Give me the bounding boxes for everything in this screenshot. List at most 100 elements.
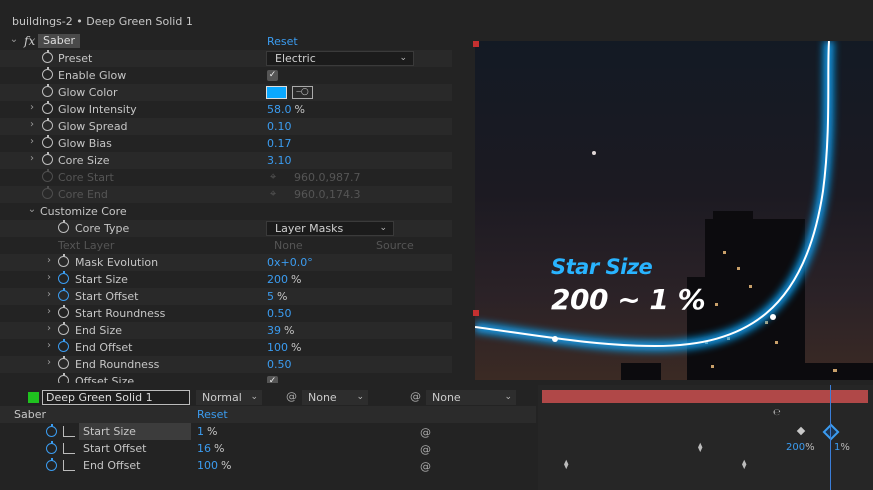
- easy-ease-keyframe[interactable]: ⧫: [564, 461, 573, 470]
- timeline-prop-row[interactable]: Start Size 1% @: [0, 423, 536, 440]
- preset-dropdown[interactable]: Electric ⌄: [266, 51, 414, 66]
- glow-intensity-value[interactable]: 58.0%: [267, 103, 305, 116]
- stopwatch-icon[interactable]: [58, 254, 69, 267]
- chevron-right-icon[interactable]: ›: [44, 357, 54, 368]
- chevron-right-icon[interactable]: ›: [44, 255, 54, 266]
- layer-handle[interactable]: [473, 310, 479, 316]
- stopwatch-icon[interactable]: [42, 50, 53, 63]
- prop-core-type: Core Type Layer Masks ⌄: [0, 220, 452, 237]
- layer-name-field[interactable]: Deep Green Solid 1: [42, 390, 190, 405]
- reset-button[interactable]: Reset: [197, 408, 228, 421]
- panel-header: buildings-2 • Deep Green Solid 1: [0, 0, 873, 33]
- timeline-prop-row[interactable]: End Offset 100% @: [0, 457, 536, 474]
- pick-whip-icon[interactable]: @: [420, 443, 431, 456]
- stopwatch-icon[interactable]: [58, 305, 69, 318]
- prop-value[interactable]: 100%: [197, 459, 231, 472]
- layer-handle[interactable]: [473, 41, 479, 47]
- easy-ease-keyframe[interactable]: ⧫: [742, 461, 751, 470]
- keyframe[interactable]: [796, 426, 806, 436]
- mask-evolution-value[interactable]: 0x+0.0°: [267, 256, 313, 269]
- prop-label: End Size: [75, 324, 122, 337]
- stopwatch-icon[interactable]: [46, 458, 57, 471]
- chevron-right-icon[interactable]: ›: [44, 289, 54, 300]
- stopwatch-icon[interactable]: [58, 288, 69, 301]
- end-roundness-value[interactable]: 0.50: [267, 358, 292, 371]
- eyedropper-icon[interactable]: ⎯○: [292, 86, 313, 99]
- stopwatch-icon[interactable]: [42, 84, 53, 97]
- start-roundness-value[interactable]: 0.50: [267, 307, 292, 320]
- stopwatch-icon[interactable]: [42, 135, 53, 148]
- graph-icon[interactable]: [63, 443, 75, 454]
- fx-icon[interactable]: fx: [24, 34, 35, 48]
- chevron-down-icon[interactable]: ⌄: [9, 34, 19, 45]
- effect-row[interactable]: Saber Reset: [0, 406, 536, 423]
- chevron-right-icon[interactable]: ›: [44, 340, 54, 351]
- graph-icon[interactable]: [63, 426, 75, 437]
- prop-value[interactable]: 1%: [197, 425, 217, 438]
- chevron-right-icon[interactable]: ›: [44, 323, 54, 334]
- parent-dropdown[interactable]: None ⌄: [426, 390, 516, 405]
- prop-text-layer: Text Layer None Source: [0, 237, 452, 254]
- offset-size-checkbox[interactable]: ✓: [267, 376, 278, 383]
- layer-row[interactable]: Deep Green Solid 1 Normal ⌄ @ None ⌄ @ Non…: [0, 387, 536, 405]
- start-size-value[interactable]: 200%: [267, 273, 301, 286]
- core-type-dropdown[interactable]: Layer Masks ⌄: [266, 221, 394, 236]
- prop-label: Start Roundness: [75, 307, 166, 320]
- stopwatch-icon[interactable]: [46, 424, 57, 437]
- pick-whip-icon[interactable]: @: [410, 390, 421, 403]
- timeline-graph[interactable]: ℮ ⧫ 200% 1% ⧫ ⧫: [538, 385, 873, 490]
- chevron-right-icon[interactable]: ›: [27, 136, 37, 147]
- start-offset-value[interactable]: 5%: [267, 290, 287, 303]
- layer-label-color[interactable]: [28, 392, 39, 403]
- glow-spread-value[interactable]: 0.10: [267, 120, 292, 133]
- chevron-right-icon[interactable]: ›: [27, 119, 37, 130]
- keyframe-selected[interactable]: [822, 423, 840, 441]
- prop-value[interactable]: 16%: [197, 442, 224, 455]
- core-end-value: 960.0,174.3: [294, 188, 361, 201]
- reset-button[interactable]: Reset: [267, 35, 298, 48]
- work-area-bar[interactable]: [542, 390, 868, 403]
- graph-icon[interactable]: [63, 460, 75, 471]
- chevron-down-icon: ⌄: [504, 392, 512, 402]
- effect-name[interactable]: Saber: [38, 34, 80, 48]
- chevron-right-icon[interactable]: ›: [27, 153, 37, 164]
- easy-ease-keyframe[interactable]: ⧫: [698, 444, 707, 453]
- end-offset-value[interactable]: 100%: [267, 341, 301, 354]
- end-size-value[interactable]: 39%: [267, 324, 294, 337]
- chevron-down-icon[interactable]: ⌄: [27, 204, 37, 215]
- pick-whip-icon[interactable]: @: [420, 460, 431, 473]
- stopwatch-icon[interactable]: [42, 101, 53, 114]
- stopwatch-icon[interactable]: [58, 271, 69, 284]
- stopwatch-icon[interactable]: [46, 441, 57, 454]
- stopwatch-icon[interactable]: [58, 220, 69, 233]
- stopwatch-icon[interactable]: [42, 67, 53, 80]
- blend-mode-dropdown[interactable]: Normal ⌄: [196, 390, 262, 405]
- stopwatch-icon[interactable]: [58, 339, 69, 352]
- chevron-right-icon[interactable]: ›: [44, 272, 54, 283]
- core-size-value[interactable]: 3.10: [267, 154, 292, 167]
- pick-whip-icon[interactable]: @: [286, 390, 297, 403]
- glow-color-swatch[interactable]: [266, 86, 287, 99]
- prop-mask-evolution: › Mask Evolution 0x+0.0°: [0, 254, 452, 271]
- stopwatch-icon[interactable]: [58, 356, 69, 369]
- scene-art: [475, 41, 873, 380]
- chevron-right-icon[interactable]: ›: [44, 306, 54, 317]
- glow-bias-value[interactable]: 0.17: [267, 137, 292, 150]
- chevron-right-icon[interactable]: ›: [27, 102, 37, 113]
- playhead[interactable]: [830, 385, 831, 490]
- stopwatch-icon[interactable]: [42, 118, 53, 131]
- enable-glow-checkbox[interactable]: ✓: [267, 70, 278, 81]
- composition-viewer[interactable]: Star Size 200 ~ 1 %: [453, 33, 873, 383]
- video-frame[interactable]: Star Size 200 ~ 1 %: [475, 41, 873, 380]
- pick-whip-icon[interactable]: @: [420, 426, 431, 439]
- stopwatch-icon[interactable]: [58, 373, 69, 383]
- text-layer-dropdown: None: [274, 239, 303, 252]
- track-matte-dropdown[interactable]: None ⌄: [302, 390, 368, 405]
- timeline-prop-row[interactable]: Start Offset 16% @: [0, 440, 536, 457]
- stopwatch-icon[interactable]: [42, 152, 53, 165]
- stopwatch-icon[interactable]: [58, 322, 69, 335]
- timeline-layer-list: Deep Green Solid 1 Normal ⌄ @ None ⌄ @ Non…: [0, 385, 536, 490]
- prop-label: Text Layer: [58, 239, 115, 252]
- keyframe-value-right: 1%: [834, 442, 850, 453]
- group-customize-core[interactable]: ⌄ Customize Core: [0, 203, 452, 220]
